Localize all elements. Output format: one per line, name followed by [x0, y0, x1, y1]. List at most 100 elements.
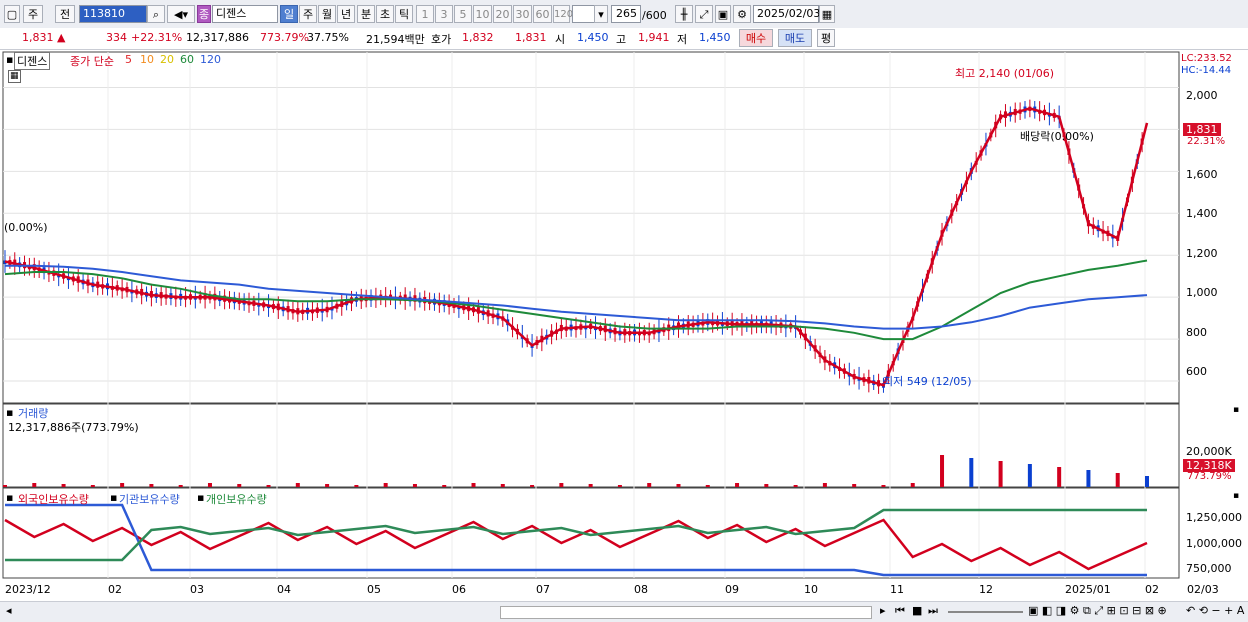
high-label: 고 — [616, 33, 627, 46]
toolbar-icons[interactable]: ▣ ◧ ◨ ⚙ ⧉ ⤢ ⊞ ⊡ ⊟ ⊠ ⊕ — [1028, 604, 1167, 618]
close-icon[interactable]: ▪ — [1233, 491, 1239, 501]
last-icon[interactable]: ⏭ — [928, 604, 938, 618]
scroll-thumb[interactable] — [500, 606, 872, 619]
tab-year[interactable]: 년 — [337, 5, 355, 23]
speaker-icon[interactable]: ◀▾ — [167, 5, 195, 23]
tab-month[interactable]: 월 — [318, 5, 336, 23]
quote-change-pct: +22.31% — [131, 31, 183, 44]
eval-button[interactable]: 평 — [817, 29, 835, 47]
volume-bar — [383, 483, 388, 487]
search-icon[interactable]: ⌕ — [147, 5, 165, 23]
volume-bar — [647, 483, 652, 487]
volume-bar — [325, 484, 330, 487]
high-value: 1,941 — [638, 31, 670, 44]
xlabel-07: 07 — [536, 583, 550, 596]
ytick-1600: 1,600 — [1186, 168, 1218, 181]
low-value: 1,450 — [699, 31, 731, 44]
ytick-600: 600 — [1186, 365, 1207, 378]
xlabel-11: 11 — [890, 583, 904, 596]
volume-tick: 20,000K — [1186, 445, 1232, 458]
indiv-legend: 개인보유수량 — [206, 493, 267, 506]
xlabel-2025-01: 2025/01 — [1065, 583, 1111, 596]
panel-icon[interactable]: ▪ — [6, 491, 13, 504]
volume-bar — [500, 484, 505, 487]
zero-pct-label: (0.00%) — [4, 221, 48, 234]
period-select[interactable]: 주 — [23, 5, 43, 23]
gear-icon[interactable]: ⚙ — [733, 5, 751, 23]
xlabel-02: 02 — [108, 583, 122, 596]
tab-week[interactable]: 주 — [299, 5, 317, 23]
quote-amount: 21,594백만 — [366, 33, 425, 46]
volume-bar — [120, 483, 125, 487]
high-note: 최고 2,140 (01/06) — [955, 67, 1055, 80]
volume-bar — [793, 485, 798, 487]
inst-legend: 기관보유수량 — [119, 493, 180, 506]
min-30[interactable]: 30 — [513, 5, 532, 23]
volume-bar — [764, 484, 769, 487]
min-60[interactable]: 60 — [533, 5, 552, 23]
last-pct-label: 22.31% — [1187, 136, 1226, 147]
scroll-left-icon[interactable]: ◂ — [6, 604, 12, 617]
min-5[interactable]: 5 — [454, 5, 472, 23]
panel-icon[interactable]: ▪ — [197, 491, 204, 504]
quote-change: 334 — [106, 31, 127, 44]
volume-panel-frame — [2, 403, 1180, 488]
min-3[interactable]: 3 — [435, 5, 453, 23]
zoom-slider[interactable] — [948, 611, 1023, 613]
scroll-bar[interactable]: ◂ ▸ ⏮ ■ ⏭ ▣ ◧ ◨ ⚙ ⧉ ⤢ ⊞ ⊡ ⊟ ⊠ ⊕ ↶ ⟲ − + … — [0, 601, 1248, 622]
close-icon[interactable]: ▪ — [1233, 405, 1239, 415]
xlabel-2023-12: 2023/12 — [5, 583, 51, 596]
chart-area[interactable]: ▪ 디젠스 종가 단순 5 10 20 60 120 ▦ (0.00%) 최고 … — [0, 50, 1248, 621]
first-icon[interactable]: ⏮ — [895, 604, 905, 618]
tab-second[interactable]: 초 — [376, 5, 394, 23]
ma120-label: 120 — [200, 53, 221, 66]
min-20[interactable]: 20 — [493, 5, 512, 23]
xlabel-12: 12 — [979, 583, 993, 596]
volume-bar — [735, 483, 740, 487]
quote-volume: 12,317,886 — [186, 31, 249, 44]
candle-icon[interactable]: ╫ — [675, 5, 693, 23]
draw-icon[interactable]: ⤢ — [695, 5, 713, 23]
volume-bar — [1086, 470, 1091, 487]
chevron-down-icon[interactable]: ▾ — [594, 5, 608, 23]
buy-button[interactable]: 매수 — [739, 29, 773, 47]
last-price-tag: 1,831 — [1183, 123, 1221, 136]
min-10[interactable]: 10 — [473, 5, 492, 23]
min-1[interactable]: 1 — [416, 5, 434, 23]
window-icon[interactable]: ▢ — [4, 5, 20, 23]
panel-icon[interactable]: ▪ — [110, 491, 117, 504]
sell-button[interactable]: 매도 — [778, 29, 812, 47]
date-input[interactable]: 2025/02/03 — [753, 5, 820, 23]
calendar-icon[interactable]: ▦ — [819, 5, 835, 23]
panel-icon[interactable]: ▪ — [6, 53, 13, 66]
ma-label: 종가 단순 — [70, 55, 114, 68]
volume-bar — [207, 483, 212, 487]
tab-tick[interactable]: 틱 — [395, 5, 413, 23]
stock-code-input[interactable]: 113810 — [79, 5, 147, 23]
volume-bar — [237, 484, 242, 487]
prev-button[interactable]: 전 — [55, 5, 75, 23]
xlabel-10: 10 — [804, 583, 818, 596]
zoom-icons[interactable]: ↶ ⟲ − + A — [1186, 604, 1244, 617]
volume-bar — [998, 461, 1003, 487]
tab-minute[interactable]: 분 — [357, 5, 375, 23]
ma10-label: 10 — [140, 53, 154, 66]
panel-icon[interactable]: ▪ — [6, 406, 13, 419]
volume-bar — [588, 484, 593, 487]
min-120[interactable]: 120 — [553, 5, 573, 23]
quote-turnover: 37.75% — [307, 31, 349, 44]
count-input[interactable]: 265 — [611, 5, 641, 23]
xlabel-04: 04 — [277, 583, 291, 596]
hold-tick-1000k: 1,000,000 — [1186, 537, 1242, 550]
stock-name-field[interactable]: 디젠스 — [212, 5, 278, 23]
stop-icon[interactable]: ■ — [912, 604, 922, 617]
toolbar: ▢ 주 전 113810 ⌕ ◀▾ 종 디젠스 일 주 월 년 분 초 틱 1 … — [0, 0, 1248, 29]
scroll-right-icon[interactable]: ▸ — [880, 604, 886, 617]
save-icon[interactable]: ▣ — [715, 5, 731, 23]
volume-bar — [90, 485, 95, 487]
volume-bar — [471, 483, 476, 487]
volume-bar — [852, 484, 857, 487]
calendar-small-icon[interactable]: ▦ — [8, 70, 21, 83]
tab-day[interactable]: 일 — [280, 5, 298, 23]
volume-bar — [910, 483, 915, 487]
